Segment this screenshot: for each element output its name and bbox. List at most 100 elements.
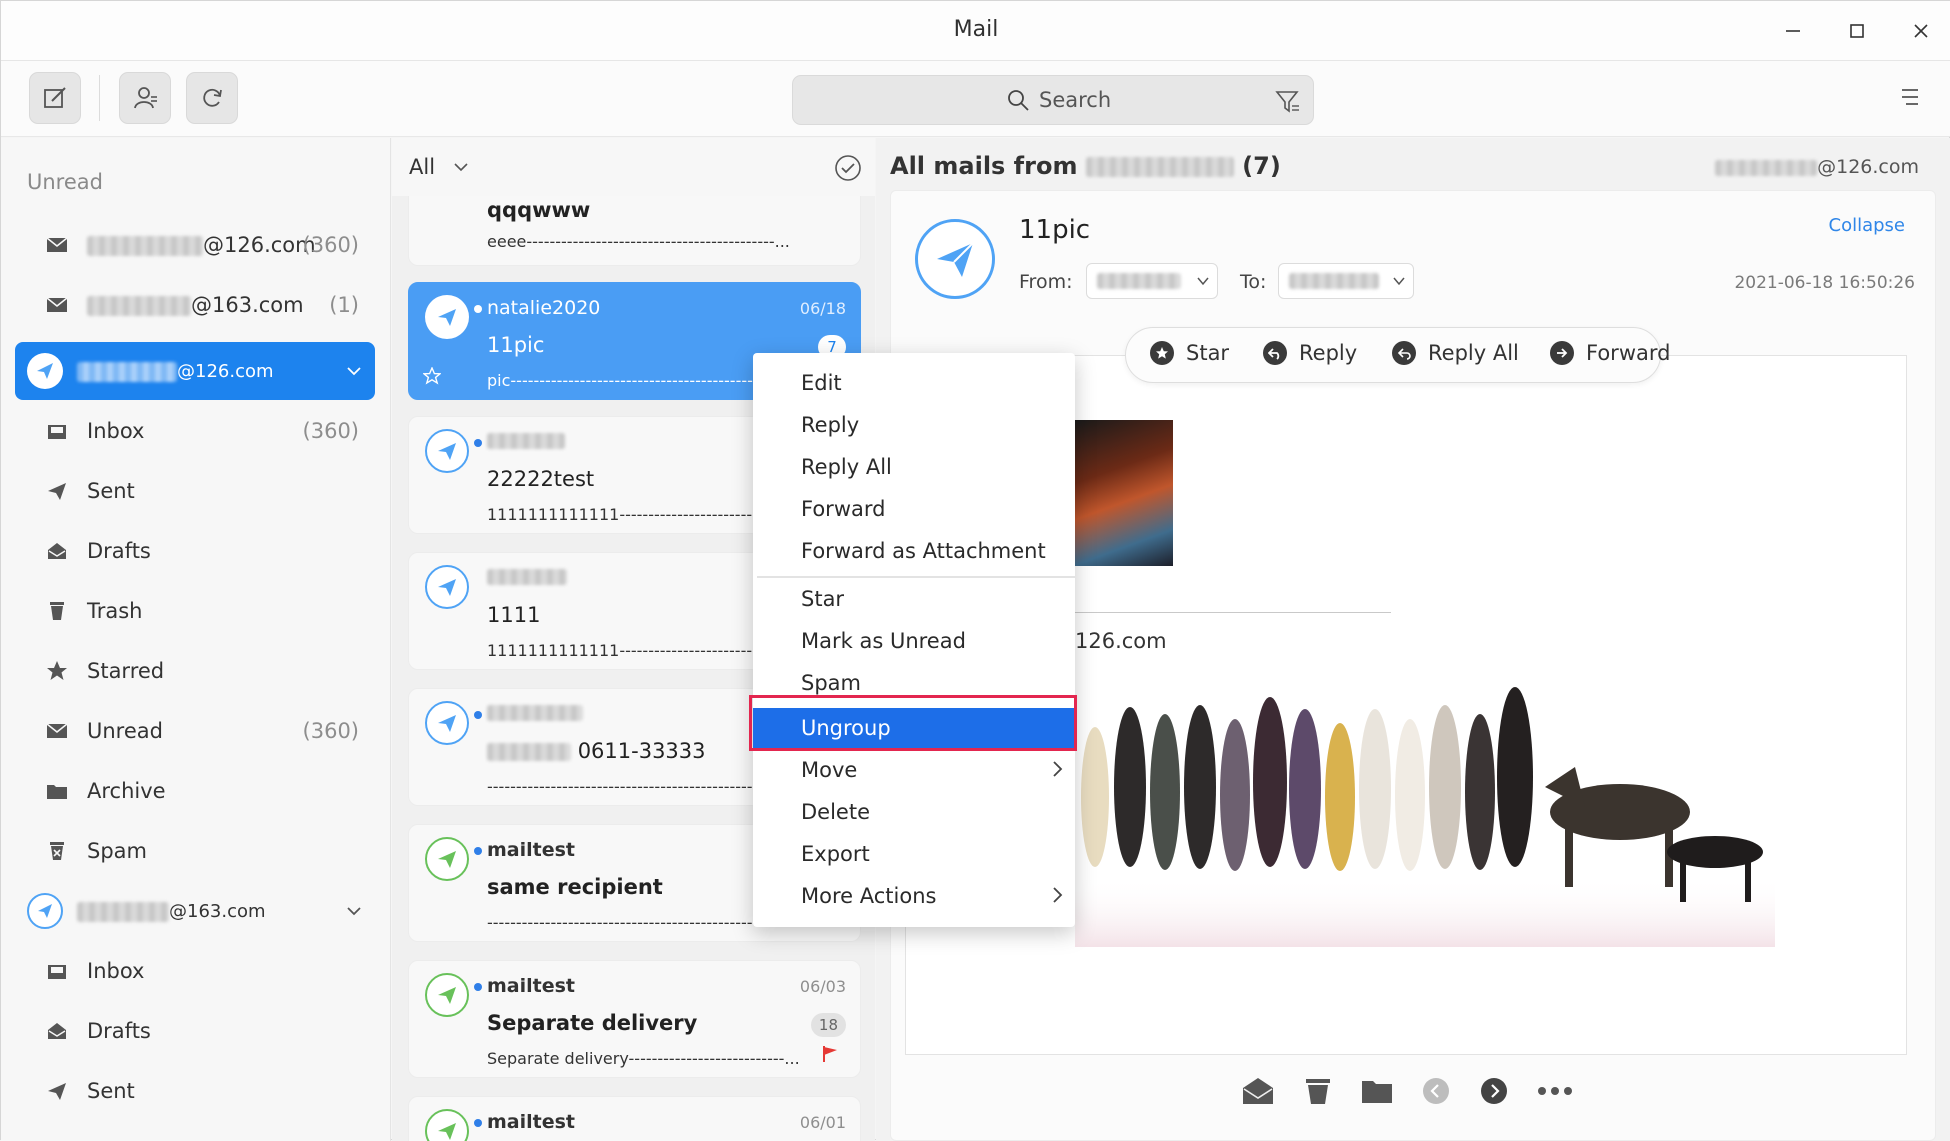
sent-icon: [45, 1079, 69, 1103]
sender-avatar: [425, 429, 469, 473]
from-dropdown[interactable]: [1086, 263, 1218, 299]
folder-count: (360): [302, 719, 359, 743]
star-outline-icon[interactable]: [423, 367, 441, 385]
forward-icon: [1550, 341, 1574, 365]
menu-label: Spam: [801, 671, 861, 695]
menu-label: Delete: [801, 800, 870, 824]
folder-trash[interactable]: Trash: [15, 582, 375, 640]
to-dropdown[interactable]: [1278, 263, 1414, 299]
folder-sent[interactable]: Sent: [15, 462, 375, 520]
archive-folder-icon: [45, 779, 69, 803]
mark-read-icon[interactable]: [1241, 1076, 1275, 1106]
reply-icon: [1263, 341, 1287, 365]
highlight-annotation: [749, 695, 1077, 751]
folder-label: Sent: [87, 479, 135, 503]
title-bar: Mail: [1, 1, 1950, 61]
reply-action[interactable]: Reply: [1263, 341, 1357, 365]
menu-item-star[interactable]: Star: [753, 579, 1075, 621]
menu-item-move[interactable]: Move: [753, 750, 1075, 792]
account-redacted: [87, 296, 191, 316]
account-redacted: [77, 901, 169, 922]
unread-mail-icon: [45, 719, 69, 743]
minimize-icon: [1786, 30, 1800, 32]
account-redacted: [77, 361, 177, 382]
next-icon[interactable]: [1479, 1076, 1509, 1106]
mail-item[interactable]: mailtest 06/01: [408, 1096, 861, 1141]
folder-drafts-163[interactable]: Drafts: [15, 1002, 375, 1060]
folder-label: Inbox: [87, 419, 145, 443]
conversation-title: All mails from (7): [890, 152, 1281, 180]
refresh-button[interactable]: [186, 72, 238, 124]
account-126-header[interactable]: @126.com: [15, 342, 375, 400]
mail-window: Mail Search Unread @126.com (360) @163.c…: [0, 0, 1950, 1141]
drafts-icon: [45, 539, 69, 563]
menu-label: Mark as Unread: [801, 629, 966, 653]
trash-icon: [45, 599, 69, 623]
compose-button[interactable]: [29, 72, 81, 124]
menu-item-edit[interactable]: Edit: [753, 363, 1075, 405]
move-folder-icon[interactable]: [1361, 1077, 1393, 1105]
filter-icon[interactable]: [1275, 89, 1301, 115]
folder-sent-163[interactable]: Sent: [15, 1062, 375, 1120]
folder-inbox[interactable]: Inbox (360): [15, 402, 375, 460]
search-input[interactable]: Search: [792, 75, 1314, 125]
folder-starred[interactable]: Starred: [15, 642, 375, 700]
chevron-down-icon: [1197, 277, 1209, 286]
folder-drafts[interactable]: Drafts: [15, 522, 375, 580]
unread-account-163[interactable]: @163.com (1): [15, 276, 375, 334]
collapse-link[interactable]: Collapse: [1829, 215, 1906, 236]
maximize-button[interactable]: [1841, 15, 1873, 47]
folder-unread[interactable]: Unread (360): [15, 702, 375, 760]
folder-archive[interactable]: Archive: [15, 762, 375, 820]
unread-account-126[interactable]: @126.com (360): [15, 216, 375, 274]
mail-date: 06/18: [799, 299, 846, 318]
sender-avatar: [425, 701, 469, 745]
star-icon: [1150, 341, 1174, 365]
mail-item[interactable]: qqqwww eeee-----------------------------…: [408, 196, 861, 266]
folder-spam[interactable]: Spam: [15, 822, 375, 880]
account-163-header[interactable]: @163.com: [15, 882, 375, 940]
account-redacted: [87, 236, 203, 256]
drafts-icon: [45, 1019, 69, 1043]
filter-dropdown[interactable]: All: [409, 155, 435, 179]
folder-inbox-163[interactable]: Inbox: [15, 942, 375, 1000]
menu-item-delete[interactable]: Delete: [753, 792, 1075, 834]
star-action[interactable]: Star: [1150, 341, 1229, 365]
action-label: Reply: [1299, 341, 1358, 365]
select-all-icon[interactable]: [834, 154, 862, 182]
message-actions: Star Reply Reply All Forward: [1125, 327, 1670, 383]
compose-icon: [44, 87, 66, 108]
main-menu-button[interactable]: [1899, 87, 1921, 111]
reply-all-action[interactable]: Reply All: [1392, 341, 1519, 365]
mail-item[interactable]: mailtest 06/03 Separate delivery 18 Sepa…: [408, 960, 861, 1078]
body-divider: [1075, 612, 1391, 613]
menu-item-reply-all[interactable]: Reply All: [753, 447, 1075, 489]
contacts-button[interactable]: [119, 72, 171, 124]
menu-item-mark-unread[interactable]: Mark as Unread: [753, 621, 1075, 663]
minimize-button[interactable]: [1777, 15, 1809, 47]
to-label: To:: [1240, 271, 1267, 293]
unread-section-label: Unread: [27, 170, 103, 194]
sender-redacted: [487, 569, 567, 585]
menu-item-forward-attachment[interactable]: Forward as Attachment: [753, 531, 1075, 573]
message-datetime: 2021-06-18 16:50:26: [1734, 273, 1915, 293]
menu-item-more-actions[interactable]: More Actions: [753, 876, 1075, 918]
menu-item-export[interactable]: Export: [753, 834, 1075, 876]
inbox-icon: [45, 959, 69, 983]
menu-label: Forward: [801, 497, 886, 521]
previous-icon[interactable]: [1421, 1076, 1451, 1106]
reply-all-icon: [1392, 341, 1416, 365]
toolbar: Search: [1, 61, 1950, 137]
delete-icon[interactable]: [1303, 1076, 1333, 1106]
paper-plane-icon: [438, 579, 456, 596]
forward-action[interactable]: Forward: [1550, 341, 1670, 365]
more-icon[interactable]: [1537, 1086, 1573, 1096]
close-button[interactable]: [1905, 15, 1937, 47]
menu-item-reply[interactable]: Reply: [753, 405, 1075, 447]
menu-item-forward[interactable]: Forward: [753, 489, 1075, 531]
close-icon: [1914, 24, 1928, 38]
mail-preview: ----------------------------------------…: [487, 777, 765, 796]
window-title: Mail: [953, 17, 999, 42]
sender-redacted: [1085, 157, 1234, 177]
chevron-down-icon: [1393, 277, 1405, 286]
